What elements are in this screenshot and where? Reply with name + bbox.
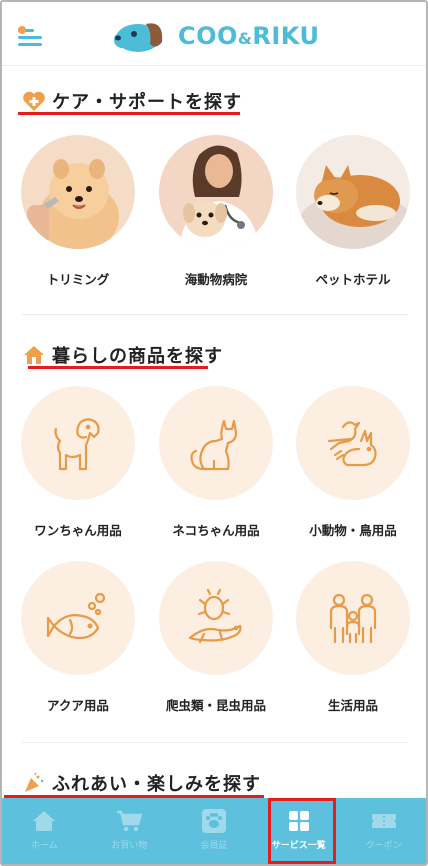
cat-icon [190,419,238,471]
fish-icon [46,592,106,640]
menu-icon[interactable] [18,26,44,48]
cart-icon [115,808,143,834]
title-underline [28,366,208,369]
dog-icon [54,418,100,471]
item-label: アクア用品 [47,698,109,713]
item-label: 小動物・鳥用品 [309,523,397,538]
nav-home[interactable]: ホーム [2,798,87,864]
nav-shopping[interactable]: お買い物 [87,798,172,864]
title-underline [18,112,240,115]
nav-label: クーポン [365,841,402,851]
item-label: ネコちゃん用品 [172,523,260,538]
item-label: ワンちゃん用品 [34,523,122,538]
bottom-navigation: ホーム お買い物 会員証 サービス一覧 クーポン [2,798,426,864]
veterinarian-photo [159,135,273,249]
bird-rabbit-icon [327,421,377,467]
nav-member-card[interactable]: 会員証 [172,798,257,864]
brand-logo[interactable]: COO&RIKU [112,18,319,54]
paw-card-icon [200,808,228,834]
section-title-fun: ふれあい・楽しみを探す [22,768,261,798]
heart-plus-icon [22,89,46,113]
app-screen: COO&RIKU ケア・サポートを探す トリミング 海動物病院 ペットホテル 暮… [0,0,428,866]
category-dog-goods[interactable]: ワンちゃん用品 [19,386,137,539]
category-aqua-goods[interactable]: アクア用品 [19,561,137,714]
dog-logo-icon [114,23,163,52]
category-small-animal-bird[interactable]: 小動物・鳥用品 [294,386,412,539]
category-daily-goods[interactable]: 生活用品 [294,561,412,714]
category-cat-goods[interactable]: ネコちゃん用品 [157,386,275,539]
reptile-beetle-icon [188,588,242,644]
nav-label: お買い物 [111,841,148,851]
nav-coupon[interactable]: クーポン [341,798,426,864]
nav-label: サービス一覧 [271,841,326,851]
app-header: COO&RIKU [2,2,426,66]
service-pet-hotel[interactable]: ペットホテル [294,135,412,288]
party-popper-icon [22,771,46,795]
nav-label: 会員証 [200,841,228,851]
home-icon [30,808,58,834]
section-divider [22,314,408,315]
logo-wordmark: COO&RIKU [178,22,320,50]
sleeping-shiba-photo [296,135,410,249]
nav-label: ホーム [31,841,58,851]
section-divider [22,742,408,743]
grid-icon [285,808,313,834]
house-icon [22,343,46,367]
nav-services[interactable]: サービス一覧 [256,798,341,864]
service-trimming[interactable]: トリミング [19,135,137,288]
family-icon [329,593,377,644]
item-label: 生活用品 [327,698,378,713]
ticket-icon [370,808,398,834]
service-animal-hospital[interactable]: 海動物病院 [157,135,275,288]
item-label: 爬虫類・昆虫用品 [165,698,266,713]
item-label: ペットホテル [315,272,391,287]
category-reptile-insect[interactable]: 爬虫類・昆虫用品 [157,561,275,714]
pomeranian-photo [21,135,135,249]
item-label: トリミング [46,272,110,287]
item-label: 海動物病院 [184,272,248,287]
